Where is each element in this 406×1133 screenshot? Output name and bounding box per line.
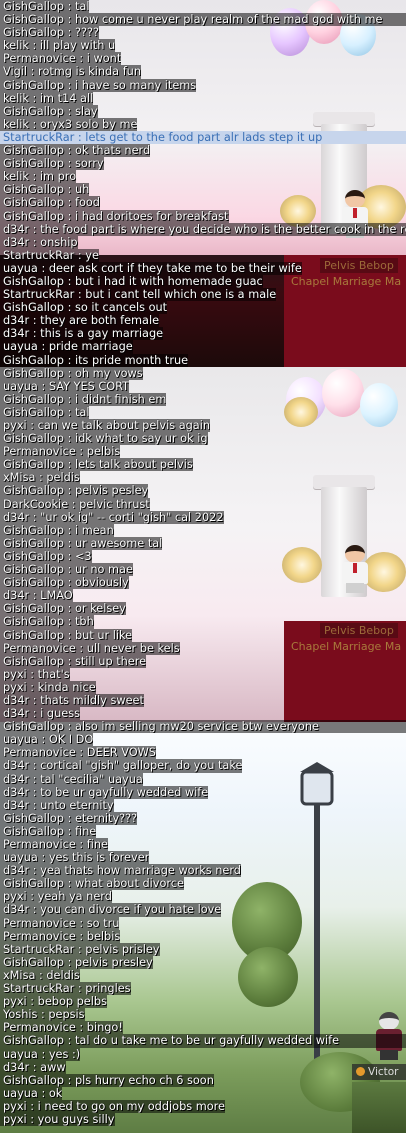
chat-message[interactable]: StartruckRar : pringles [0,982,131,996]
chat-message[interactable]: d34r : this is a gay marriage [0,327,164,341]
chat-message[interactable]: Permanovice : belbis [0,929,121,943]
chat-message[interactable]: d34r : cortical "gish" galloper, do you … [0,759,243,773]
chat-message[interactable]: GishGallop : but ur like [0,628,133,642]
chat-message[interactable]: Yoshis : pepsis [0,1008,85,1022]
chat-message[interactable]: GishGallop : ur no mae [0,563,133,577]
chat-message[interactable]: GishGallop : pelvis pesley [0,484,149,498]
chat-message[interactable]: d34r : onship [0,235,78,249]
chat-message[interactable]: kelik : im t14 all [0,91,94,105]
player-name: Victor [368,1066,399,1078]
chat-message[interactable]: d34r : they are both female [0,314,160,328]
chat-message[interactable]: GishGallop : i mean [0,523,114,537]
chat-message[interactable]: GishGallop : how come u never play realm… [0,13,406,27]
chat-message[interactable]: GishGallop : i didnt finish em [0,392,167,406]
chat-message[interactable]: GishGallop : tal [0,405,90,419]
chat-message[interactable]: GishGallop : obviously [0,576,129,590]
chat-message[interactable]: pyxi : yeah ya nerd [0,890,112,904]
chat-log[interactable]: GishGallop : tal GishGallop : how come u … [0,0,406,1133]
chat-message[interactable]: d34r : yea thats how marriage works nerd [0,864,241,878]
chat-message[interactable]: d34r : LMAO [0,589,73,603]
chat-message[interactable]: d34r : tal "cecilia" uayua [0,772,143,786]
chat-message[interactable]: uayua : pride marriage [0,340,133,354]
chat-message[interactable]: pyxi : i need to go on my oddjobs more [0,1099,225,1113]
chat-message[interactable]: GishGallop : i have so many items [0,78,197,92]
chat-message[interactable]: GishGallop : what about divorce [0,877,184,891]
chat-message[interactable]: d34r : you can divorce if you hate love [0,903,222,917]
chat-message[interactable]: Permanovice : DEER VOWS [0,746,156,760]
chat-message[interactable]: GishGallop : <3 [0,549,92,564]
chat-message[interactable]: pyxi : that's [0,667,70,681]
chat-message[interactable]: StartruckRar : ye [0,248,99,262]
chat-message[interactable]: GishGallop : tal do u take me to be ur g… [0,1034,406,1048]
chat-message[interactable]: uayua : yes :) [0,1047,81,1061]
chat-message[interactable]: StartruckRar : but i cant tell which one… [0,288,277,302]
chat-message[interactable]: GishGallop : idk what to say ur ok ig [0,432,208,446]
chat-message[interactable]: xMisa : deldis [0,968,80,983]
chat-message[interactable]: d34r : the food part is where you decide… [0,222,406,236]
smiley-icon [356,1067,365,1076]
chat-message[interactable]: GishGallop : pelvis presley [0,955,153,969]
chat-message[interactable]: GishGallop : oh my vows [0,366,143,380]
chat-message[interactable]: GishGallop : slay [0,104,98,118]
chat-message[interactable]: d34r : i guess [0,707,80,721]
chat-message[interactable]: GishGallop : uh [0,183,90,197]
chat-message[interactable]: Permanovice : ull never be kels [0,641,180,655]
chat-message[interactable]: d34r : "ur ok ig" -- corti "gish" cal 20… [0,510,224,524]
chat-message[interactable]: GishGallop : pls hurry echo ch 6 soon [0,1073,214,1087]
chat-message[interactable]: uayua : deer ask cort if they take me to… [0,261,302,275]
chat-message[interactable]: pyxi : you guys silly [0,1112,115,1127]
chat-message[interactable]: uayua : yes this is forever [0,851,150,865]
chat-message[interactable]: GishGallop : food [0,196,100,210]
chat-message[interactable]: GishGallop : sorry [0,157,104,171]
chat-message[interactable]: pyxi : bebop pelbs [0,995,107,1009]
chat-message[interactable]: GishGallop : i had doritoes for breakfas… [0,209,229,223]
chat-message[interactable]: kelik : ill play with u [0,39,116,53]
chat-message[interactable]: uayua : ok [0,1086,63,1100]
chat-message[interactable]: d34r : to be ur gayfully wedded wife [0,785,209,799]
chat-message[interactable]: Permanovice : so tru [0,916,120,930]
chat-message[interactable]: GishGallop : ur awesome tal [0,536,163,550]
chat-message-selected[interactable]: StartruckRar : lets get to the food part… [0,130,406,145]
chat-message[interactable]: StartruckRar : pelvis prisley [0,942,160,956]
chat-message[interactable]: GishGallop : eternity??? [0,811,138,825]
chat-message[interactable]: Permanovice : bingo! [0,1021,123,1035]
chat-message[interactable]: GishGallop : its pride month true [0,353,189,367]
chat-message[interactable]: Permanovice : pelbis [0,445,121,459]
chat-message[interactable]: pyxi : kinda nice [0,680,96,694]
chat-message[interactable]: GishGallop : or kelsey [0,602,126,616]
chat-message[interactable]: GishGallop : tal [0,0,90,14]
chat-message[interactable]: GishGallop : also im selling mw20 servic… [0,720,406,734]
chat-message[interactable]: kelik : oryx3 solo by me [0,117,138,131]
chat-message[interactable]: d34r : aww [0,1060,66,1074]
chat-message[interactable]: GishGallop : fine [0,824,97,838]
chat-message[interactable]: GishGallop : ok thats nerd [0,144,151,158]
chat-message[interactable]: Vigil : rotmg is kinda fun [0,65,141,79]
chat-message[interactable]: kelik : im pro [0,170,77,184]
chat-message[interactable]: GishGallop : lets talk about pelvis [0,458,193,472]
chat-message[interactable]: GishGallop : still up there [0,654,147,668]
chat-message[interactable]: GishGallop : but i had it with homemade … [0,274,263,289]
chat-message[interactable]: Permanovice : i wont [0,52,122,66]
chat-message[interactable]: pyxi : can we talk about pelvis again [0,419,211,433]
chat-message[interactable]: GishGallop : ???? [0,26,99,40]
chat-message[interactable]: d34r : thats mildly sweet [0,693,144,708]
chat-message[interactable]: xMisa : peldis [0,471,80,485]
player-name-tag: Victor [352,1064,406,1080]
chat-message[interactable]: GishGallop : tbh [0,615,94,629]
chat-message[interactable]: DarkCookie : pelvic thrust [0,497,150,511]
chat-message[interactable]: GishGallop : so it cancels out [0,301,168,315]
chat-message[interactable]: uayua : SAY YES CORT [0,379,130,393]
chat-message[interactable]: uayua : OK I DO [0,733,94,747]
chat-message[interactable]: Permanovice : fine [0,838,109,852]
chat-message[interactable]: d34r : unto eternity [0,798,114,812]
